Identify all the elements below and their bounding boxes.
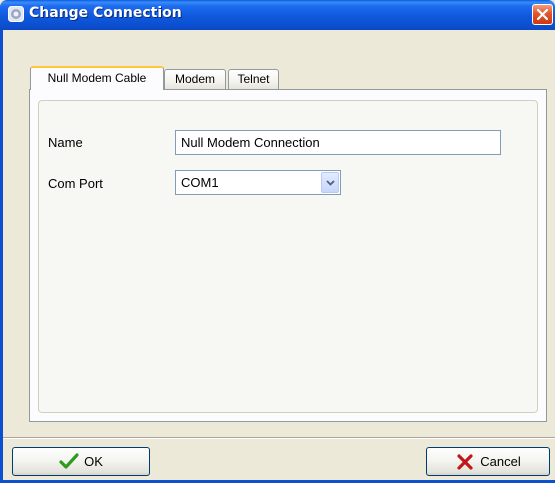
com-port-select[interactable]: COM1 [175,170,341,195]
close-icon [536,8,549,21]
change-connection-dialog: Change Connection Null Modem Cable Modem… [0,0,555,483]
ok-label: OK [84,454,103,469]
name-input[interactable] [175,130,501,155]
cancel-button[interactable]: Cancel [426,447,550,476]
com-port-value: COM1 [181,175,219,190]
chevron-down-icon [326,180,335,186]
footer-separator-highlight [3,438,555,439]
close-button[interactable] [532,4,553,25]
name-label: Name [48,135,83,150]
tab-null-modem-cable[interactable]: Null Modem Cable [30,66,164,90]
window-title: Change Connection [29,5,182,21]
window-frame-left [0,30,3,483]
tab-label: Null Modem Cable [47,71,147,85]
connection-icon [8,6,24,22]
tab-label: Telnet [237,72,270,86]
x-mark-icon [455,453,475,471]
dropdown-button[interactable] [321,172,339,193]
checkmark-icon [59,452,79,471]
tab-telnet[interactable]: Telnet [228,69,279,89]
cancel-label: Cancel [480,454,521,469]
tab-modem[interactable]: Modem [164,69,226,89]
title-bar[interactable]: Change Connection [0,0,555,30]
com-port-label: Com Port [48,176,103,191]
ok-button[interactable]: OK [12,447,150,476]
tab-label: Modem [174,72,215,86]
